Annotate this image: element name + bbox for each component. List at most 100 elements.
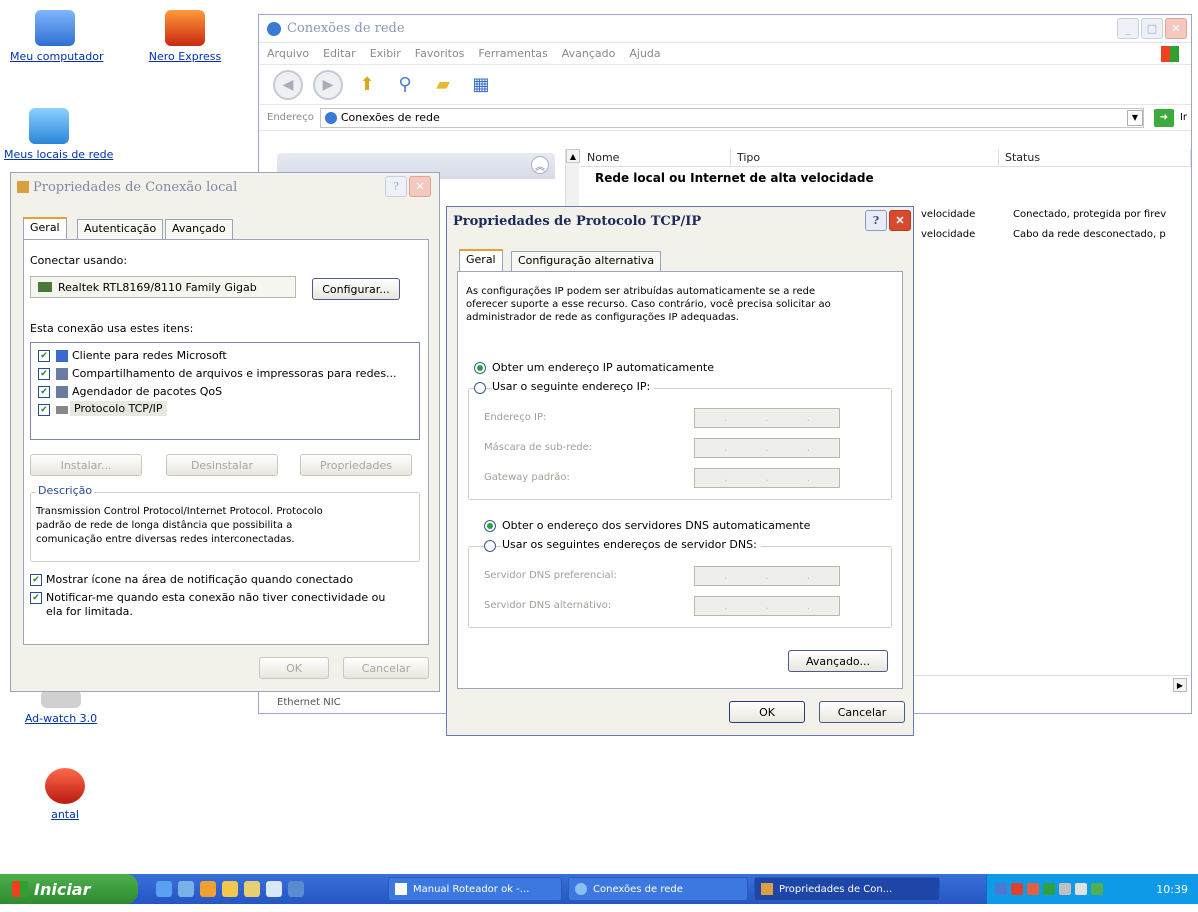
connection-status[interactable]: Conectado, protegida por firev (1013, 209, 1166, 220)
menu-edit[interactable]: Editar (323, 47, 356, 60)
security-icon[interactable] (1043, 883, 1055, 895)
task-properties[interactable]: Propriedades de Con... (754, 877, 940, 901)
desktop-icon-my-computer[interactable]: Meu computador (10, 10, 103, 63)
desktop-icon-nero-express[interactable]: Nero Express (140, 10, 230, 63)
go-arrow-icon[interactable]: ➜ (1153, 108, 1174, 127)
scroll-right-icon[interactable]: ▶ (1173, 678, 1187, 692)
chevron-down-icon[interactable]: ▼ (1126, 109, 1143, 126)
menu-favorites[interactable]: Favoritos (415, 47, 465, 60)
column-header: Nome Tipo Status (581, 149, 1191, 167)
views-icon[interactable]: ▦ (467, 72, 495, 98)
radio-manual-dns[interactable] (484, 540, 496, 552)
messenger-icon[interactable] (1091, 883, 1103, 895)
address-input[interactable]: Conexões de rede ▼ (319, 107, 1144, 128)
menu-advanced[interactable]: Avançado (562, 47, 616, 60)
ok-button[interactable]: OK (259, 657, 329, 679)
tab-general[interactable]: Geral (459, 249, 503, 271)
notify-label: Notificar-me quando esta conexão não tiv… (46, 591, 386, 604)
preferred-dns-field[interactable]: ... (694, 566, 840, 586)
advanced-button[interactable]: Avançado... (788, 650, 888, 672)
tab-alternate-config[interactable]: Configuração alternativa (511, 251, 662, 271)
folder-icon[interactable] (222, 881, 238, 897)
document-icon[interactable] (266, 881, 282, 897)
menu-file[interactable]: Arquivo (267, 47, 309, 60)
cancel-button[interactable]: Cancelar (343, 657, 429, 679)
close-button[interactable]: ✕ (409, 176, 431, 197)
checkbox-show-icon[interactable]: ✔ (30, 574, 42, 586)
menu-help[interactable]: Ajuda (629, 47, 660, 60)
cancel-button[interactable]: Cancelar (819, 701, 905, 723)
window-titlebar[interactable]: Conexões de rede _ □ ✕ (259, 15, 1191, 43)
volume-icon[interactable] (1075, 883, 1087, 895)
auto-ip-label: Obter um endereço IP automaticamente (492, 361, 715, 374)
desktop-icon-antal[interactable]: antal (20, 768, 110, 821)
alternate-dns-field[interactable]: ... (694, 596, 840, 616)
network-warning-icon[interactable] (1011, 883, 1023, 895)
chevron-up-icon[interactable]: ︽ (531, 156, 549, 174)
subnet-mask-field[interactable]: ... (694, 438, 840, 458)
antivirus-icon[interactable] (1059, 883, 1071, 895)
menu-tools[interactable]: Ferramentas (478, 47, 547, 60)
gateway-field[interactable]: ... (694, 468, 840, 488)
tab-advanced[interactable]: Avançado (165, 219, 233, 239)
connection-status[interactable]: Cabo da rede desconectado, p (1013, 229, 1166, 240)
task-network-connections[interactable]: Conexões de rede (568, 877, 748, 901)
forward-button[interactable]: ▶ (313, 69, 343, 100)
help-button[interactable]: ? (865, 210, 887, 231)
column-name[interactable]: Nome (581, 149, 731, 167)
ie-icon[interactable] (156, 881, 172, 897)
tab-authentication[interactable]: Autenticação (77, 219, 164, 239)
desktop-icon[interactable] (178, 881, 194, 897)
help-button[interactable]: ? (385, 176, 407, 197)
configure-button[interactable]: Configurar... (312, 278, 400, 300)
dialog-titlebar[interactable]: Propriedades de Protocolo TCP/IP ? ✕ (447, 207, 913, 235)
properties-button[interactable]: Propriedades (300, 454, 412, 476)
checkbox-qos[interactable]: ✔ (38, 386, 50, 398)
go-label[interactable]: Ir (1180, 112, 1187, 123)
ok-button[interactable]: OK (729, 701, 805, 723)
item-label[interactable]: Protocolo TCP/IP (70, 401, 167, 416)
maximize-button[interactable]: □ (1141, 18, 1163, 39)
scroll-up-icon[interactable]: ▲ (566, 149, 580, 163)
checkbox-file-sharing[interactable]: ✔ (38, 368, 50, 380)
up-folder-icon[interactable]: ⬆ (353, 72, 381, 98)
search-icon[interactable]: ⚲ (391, 72, 419, 98)
install-button[interactable]: Instalar... (30, 454, 142, 476)
checkbox-tcpip[interactable]: ✔ (38, 404, 50, 416)
tcpip-properties-dialog: Propriedades de Protocolo TCP/IP ? ✕ Ger… (446, 206, 914, 736)
back-button[interactable]: ◀ (273, 69, 303, 100)
network-connections-icon (267, 21, 281, 36)
checkbox-notify[interactable]: ✔ (30, 592, 42, 604)
folders-icon[interactable]: ▰ (429, 72, 457, 98)
ip-address-field[interactable]: ... (694, 408, 840, 428)
network-tray-icon[interactable] (995, 883, 1007, 895)
clock[interactable]: 10:39 (1156, 883, 1188, 896)
desktop-icon-ad-watch[interactable]: Ad-watch 3.0 (16, 690, 106, 725)
connect-using-label: Conectar usando: (30, 254, 128, 267)
sharing-icon (56, 368, 68, 380)
description-line: comunicação entre diversas redes interco… (36, 534, 295, 545)
task-manual[interactable]: Manual Roteador ok -... (388, 877, 562, 901)
radio-manual-ip[interactable] (474, 382, 486, 394)
close-button[interactable]: ✕ (889, 210, 911, 231)
close-button[interactable]: ✕ (1165, 18, 1187, 39)
app-icon[interactable] (288, 881, 304, 897)
connection-type[interactable]: velocidade (921, 229, 975, 240)
dialog-titlebar[interactable]: Propriedades de Conexão local ? ✕ (11, 173, 439, 201)
network-error-icon[interactable] (1027, 883, 1039, 895)
uninstall-button[interactable]: Desinstalar (166, 454, 278, 476)
connection-type[interactable]: velocidade (921, 209, 975, 220)
desktop-icon-network-places[interactable]: Meus locais de rede (4, 108, 113, 161)
start-button[interactable]: Iniciar (0, 874, 138, 904)
menu-view[interactable]: Exibir (370, 47, 401, 60)
network-connections-icon (575, 883, 587, 895)
tab-general[interactable]: Geral (23, 217, 67, 239)
column-status[interactable]: Status (999, 149, 1191, 167)
explorer-icon[interactable] (244, 881, 260, 897)
checkbox-ms-client[interactable]: ✔ (38, 350, 50, 362)
minimize-button[interactable]: _ (1117, 18, 1139, 39)
column-type[interactable]: Tipo (731, 149, 999, 167)
radio-auto-dns[interactable] (484, 520, 496, 532)
media-player-icon[interactable] (200, 881, 216, 897)
radio-auto-ip[interactable] (474, 362, 486, 374)
